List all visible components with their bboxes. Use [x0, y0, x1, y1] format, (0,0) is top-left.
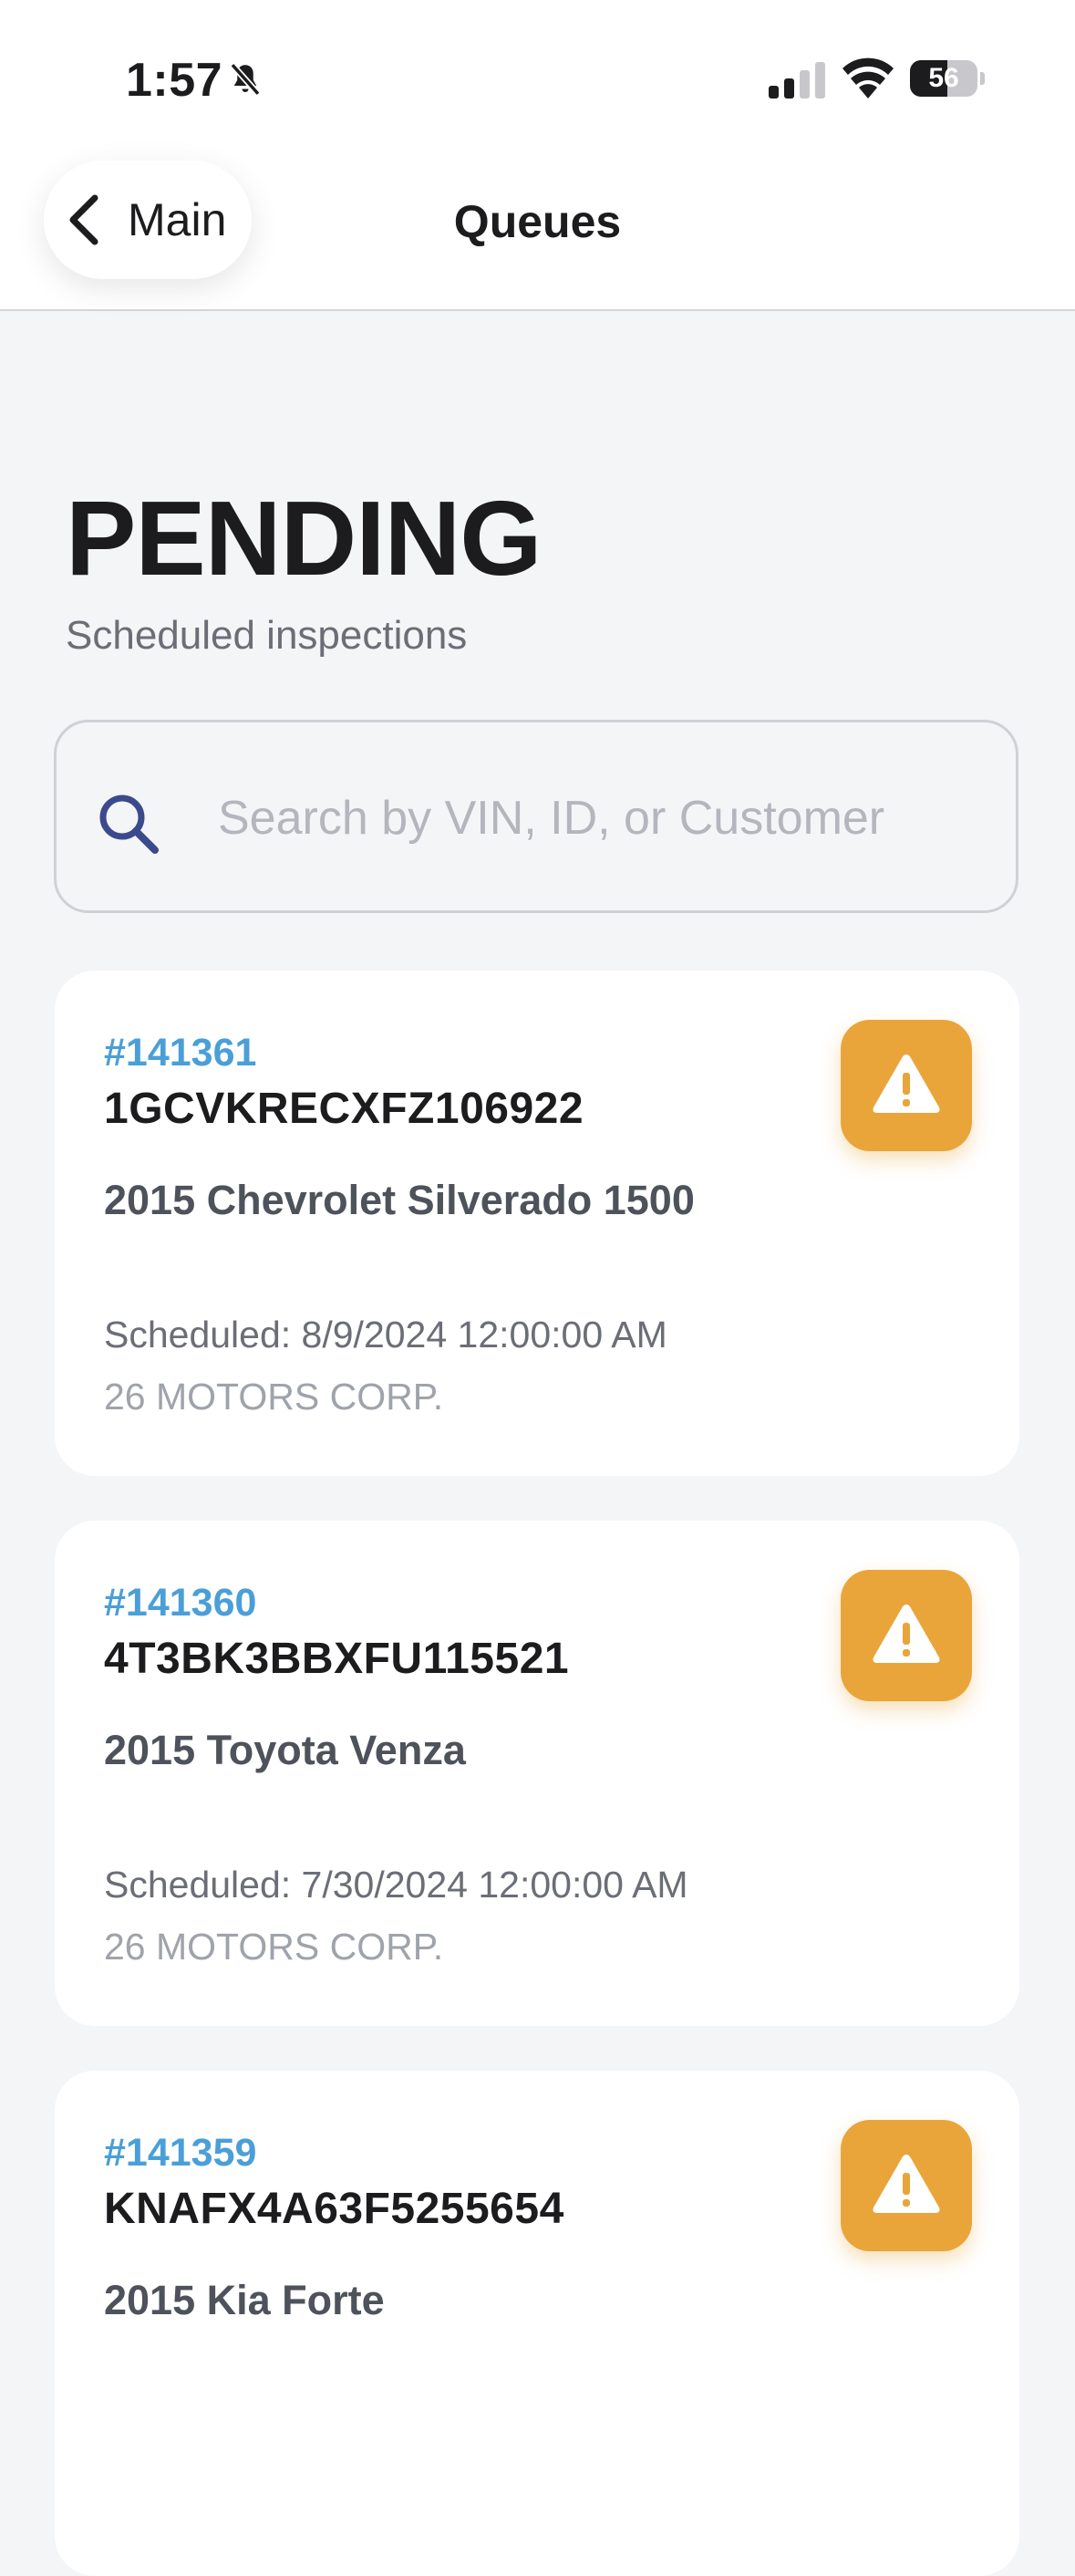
warning-button[interactable] [841, 1570, 972, 1701]
customer-name: 26 MOTORS CORP. [104, 1926, 444, 1968]
warning-icon [873, 2155, 940, 2213]
warning-button[interactable] [841, 1020, 972, 1151]
bell-slash-icon [230, 62, 261, 97]
search-box[interactable] [54, 720, 1018, 913]
customer-name: 26 MOTORS CORP. [104, 1376, 444, 1418]
battery-icon: 56 [910, 60, 985, 97]
vehicle-name: 2015 Chevrolet Silverado 1500 [104, 1177, 695, 1223]
search-input[interactable] [216, 774, 986, 863]
vin-number: KNAFX4A63F5255654 [104, 2185, 564, 2233]
page-title: PENDING [66, 479, 543, 597]
vehicle-name: 2015 Toyota Venza [104, 1727, 466, 1773]
cellular-signal-icon [769, 62, 825, 99]
inspection-card[interactable]: #141359 KNAFX4A63F5255654 2015 Kia Forte [55, 2071, 1019, 2576]
warning-icon [873, 1054, 940, 1113]
vehicle-name: 2015 Kia Forte [104, 2277, 385, 2323]
vin-number: 4T3BK3BBXFU115521 [104, 1635, 570, 1683]
nav-title: Queues [453, 196, 622, 247]
inspection-id: #141360 [104, 1581, 257, 1625]
inspection-card[interactable]: #141360 4T3BK3BBXFU115521 2015 Toyota Ve… [55, 1521, 1019, 2026]
scheduled-date: Scheduled: 7/30/2024 12:00:00 AM [104, 1864, 688, 1906]
status-time: 1:57 [126, 54, 223, 107]
inspection-id: #141361 [104, 1031, 257, 1075]
search-icon [99, 795, 159, 854]
status-bar: 1:57 56 [0, 0, 1075, 137]
vin-number: 1GCVKRECXFZ106922 [104, 1085, 584, 1133]
warning-icon [873, 1605, 940, 1663]
navigation-bar: Main Queues [0, 137, 1075, 311]
inspection-id: #141359 [104, 2131, 257, 2175]
page-subtitle: Scheduled inspections [66, 613, 468, 658]
scheduled-date: Scheduled: 8/9/2024 12:00:00 AM [104, 1314, 667, 1356]
warning-button[interactable] [841, 2120, 972, 2251]
battery-level: 56 [928, 63, 959, 93]
wifi-icon [842, 57, 894, 99]
inspection-card[interactable]: #141361 1GCVKRECXFZ106922 2015 Chevrolet… [55, 971, 1019, 1476]
